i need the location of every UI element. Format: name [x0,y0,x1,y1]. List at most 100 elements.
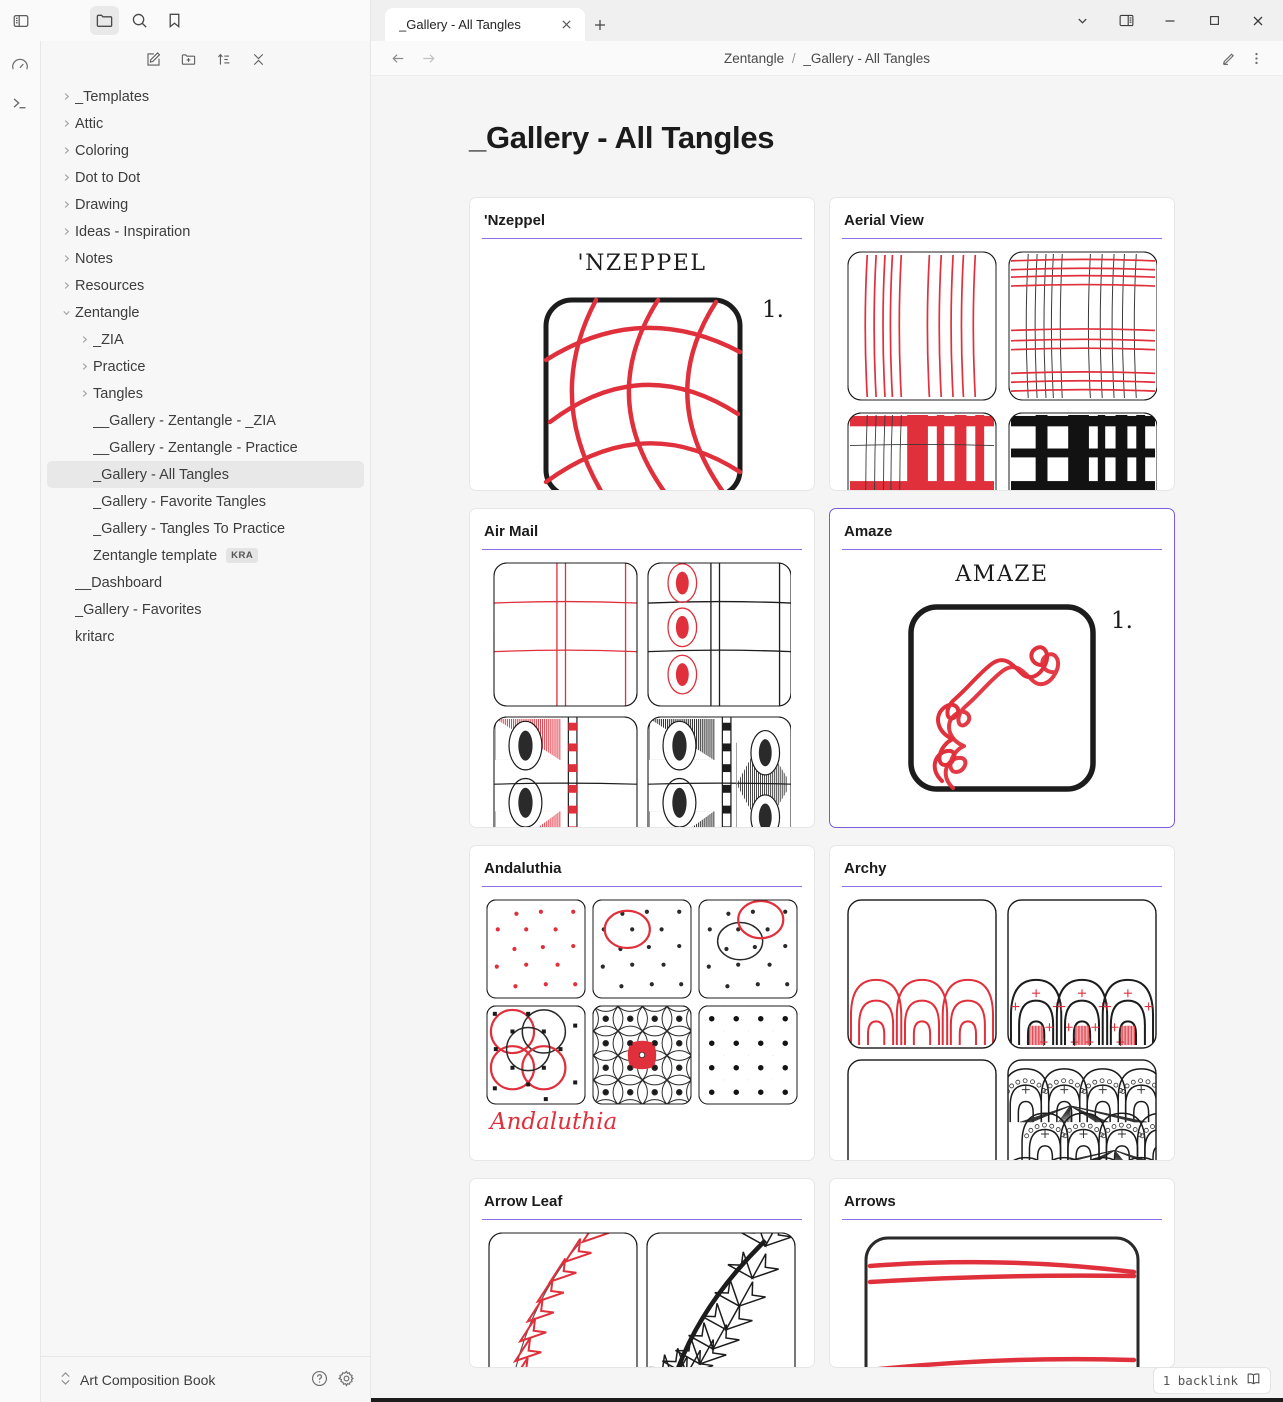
help-icon[interactable] [310,1369,329,1391]
tree-item-label: _ZIA [93,331,124,348]
chevron-down-icon[interactable] [1061,3,1103,39]
gauge-icon[interactable] [6,51,35,80]
new-folder-icon[interactable] [174,45,203,74]
tangle-card-image[interactable] [482,550,802,827]
tangle-card-title: Archy [844,860,887,877]
breadcrumb-bar: Zentangle / _Gallery - All Tangles [371,41,1283,76]
chevron-right-icon[interactable] [57,226,75,237]
tree-item[interactable]: _Gallery - All Tangles [47,461,364,488]
document: _Gallery - All Tangles 'Nzeppel 'NZEPPEL 1… [371,76,1283,1368]
tangle-card[interactable]: Arrows [829,1178,1175,1368]
tangle-card-image[interactable]: Andaluthia [482,887,802,1135]
arrow-left-icon[interactable] [385,45,411,71]
window-close-icon[interactable] [1237,3,1279,39]
tree-item[interactable]: __Gallery - Zentangle - Practice [47,434,364,461]
tangle-card-image[interactable]: 'NZEPPEL 1. [482,239,802,490]
open-book-icon[interactable] [1246,1372,1261,1389]
chevron-right-icon[interactable] [57,145,75,156]
sidebar-tab-bookmarks[interactable] [160,6,189,35]
tab-label: _Gallery - All Tangles [399,17,521,32]
tangle-card[interactable]: Andaluthia Andaluthia [469,845,815,1161]
tangle-card[interactable]: Aerial View [829,197,1175,491]
collapse-all-icon[interactable] [244,45,273,74]
tangle-figure-svg [486,899,798,1105]
tangle-card[interactable]: Archy [829,845,1175,1161]
vault-switcher-icon[interactable] [59,1371,72,1389]
tree-item[interactable]: _Gallery - Favorites [47,596,364,623]
arrow-right-icon[interactable] [415,45,441,71]
new-tab-button[interactable] [585,8,615,41]
tangle-signature: Andaluthia [490,1109,618,1135]
tree-item-label: Attic [75,115,104,132]
tree-item[interactable]: Notes [47,245,364,272]
vault-name[interactable]: Art Composition Book [80,1372,215,1388]
chevron-right-icon[interactable] [75,334,93,345]
tangle-card-image[interactable] [842,239,1162,490]
page-title: _Gallery - All Tangles [469,120,775,155]
tangle-card[interactable]: Air Mail [469,508,815,828]
tangle-card-image[interactable] [842,887,1162,1160]
backlink-badge[interactable]: 1 backlink [1152,1367,1271,1394]
document-scroll-area[interactable]: _Gallery - All Tangles 'Nzeppel 'NZEPPEL 1… [371,76,1283,1402]
tab-gallery-all-tangles[interactable]: _Gallery - All Tangles [385,8,585,41]
tangle-card[interactable]: Amaze AMAZE 1. [829,508,1175,828]
tangle-figure-svg [862,1232,1142,1367]
minimize-icon[interactable] [1149,3,1191,39]
tangle-card[interactable]: Arrow Leaf [469,1178,815,1368]
tree-item[interactable]: __Dashboard [47,569,364,596]
chevron-right-icon[interactable] [57,118,75,129]
chevron-right-icon[interactable] [57,172,75,183]
chevron-right-icon[interactable] [57,253,75,264]
tangle-card-title: Amaze [844,523,893,540]
breadcrumb-current[interactable]: _Gallery - All Tangles [803,51,930,66]
tree-item[interactable]: Tangles [47,380,364,407]
tree-item[interactable]: Zentangle template KRA [47,542,364,569]
tangle-card[interactable]: 'Nzeppel 'NZEPPEL 1. [469,197,815,491]
tree-item-label: _Templates [75,88,150,105]
tree-item[interactable]: _ZIA [47,326,364,353]
tree-item[interactable]: Ideas - Inspiration [47,218,364,245]
sidebar-tab-files[interactable] [90,6,119,35]
tree-item[interactable]: __Gallery - Zentangle - _ZIA [47,407,364,434]
tree-item-label: __Gallery - Zentangle - _ZIA [93,412,276,429]
sidebar-footer: Art Composition Book [41,1356,370,1402]
gear-icon[interactable] [337,1369,356,1391]
horizontal-scrollbar[interactable] [371,1398,1283,1402]
close-icon[interactable] [557,16,575,34]
chevron-right-icon[interactable] [57,199,75,210]
chevron-down-icon[interactable] [57,307,75,318]
tree-item[interactable]: Dot to Dot [47,164,364,191]
sidebar-tab-search[interactable] [125,6,154,35]
tree-item[interactable]: Practice [47,353,364,380]
tree-item-label: Ideas - Inspiration [75,223,191,240]
edit-pencil-icon[interactable] [1215,45,1241,71]
tangle-card-image[interactable]: AMAZE 1. [842,550,1162,803]
tree-item-label: Dot to Dot [75,169,141,186]
chevron-right-icon[interactable] [57,91,75,102]
chevron-right-icon[interactable] [75,388,93,399]
tree-item[interactable]: Zentangle [47,299,364,326]
tree-item-label: __Gallery - Zentangle - Practice [93,439,298,456]
tree-item[interactable]: kritarc [47,623,364,650]
toggle-right-sidebar-icon[interactable] [1105,3,1147,39]
left-sidebar-toggle-icon[interactable] [6,6,35,35]
new-note-icon[interactable] [139,45,168,74]
tree-item[interactable]: Resources [47,272,364,299]
breadcrumb-parent[interactable]: Zentangle [724,51,784,66]
sort-icon[interactable] [209,45,238,74]
more-vertical-icon[interactable] [1243,45,1269,71]
maximize-icon[interactable] [1193,3,1235,39]
tree-item[interactable]: _Gallery - Tangles To Practice [47,515,364,542]
tangle-card-image[interactable] [482,1220,802,1367]
tangle-step-number: 1. [1111,608,1133,634]
tree-item[interactable]: Attic [47,110,364,137]
terminal-icon[interactable] [6,88,35,117]
tree-item[interactable]: _Templates [47,83,364,110]
chevron-right-icon[interactable] [75,361,93,372]
tree-item[interactable]: Coloring [47,137,364,164]
tree-item[interactable]: _Gallery - Favorite Tangles [47,488,364,515]
chevron-right-icon[interactable] [57,280,75,291]
tree-item[interactable]: Drawing [47,191,364,218]
tree-item-label: _Gallery - Favorites [75,601,202,618]
tangle-card-image[interactable] [842,1220,1162,1367]
